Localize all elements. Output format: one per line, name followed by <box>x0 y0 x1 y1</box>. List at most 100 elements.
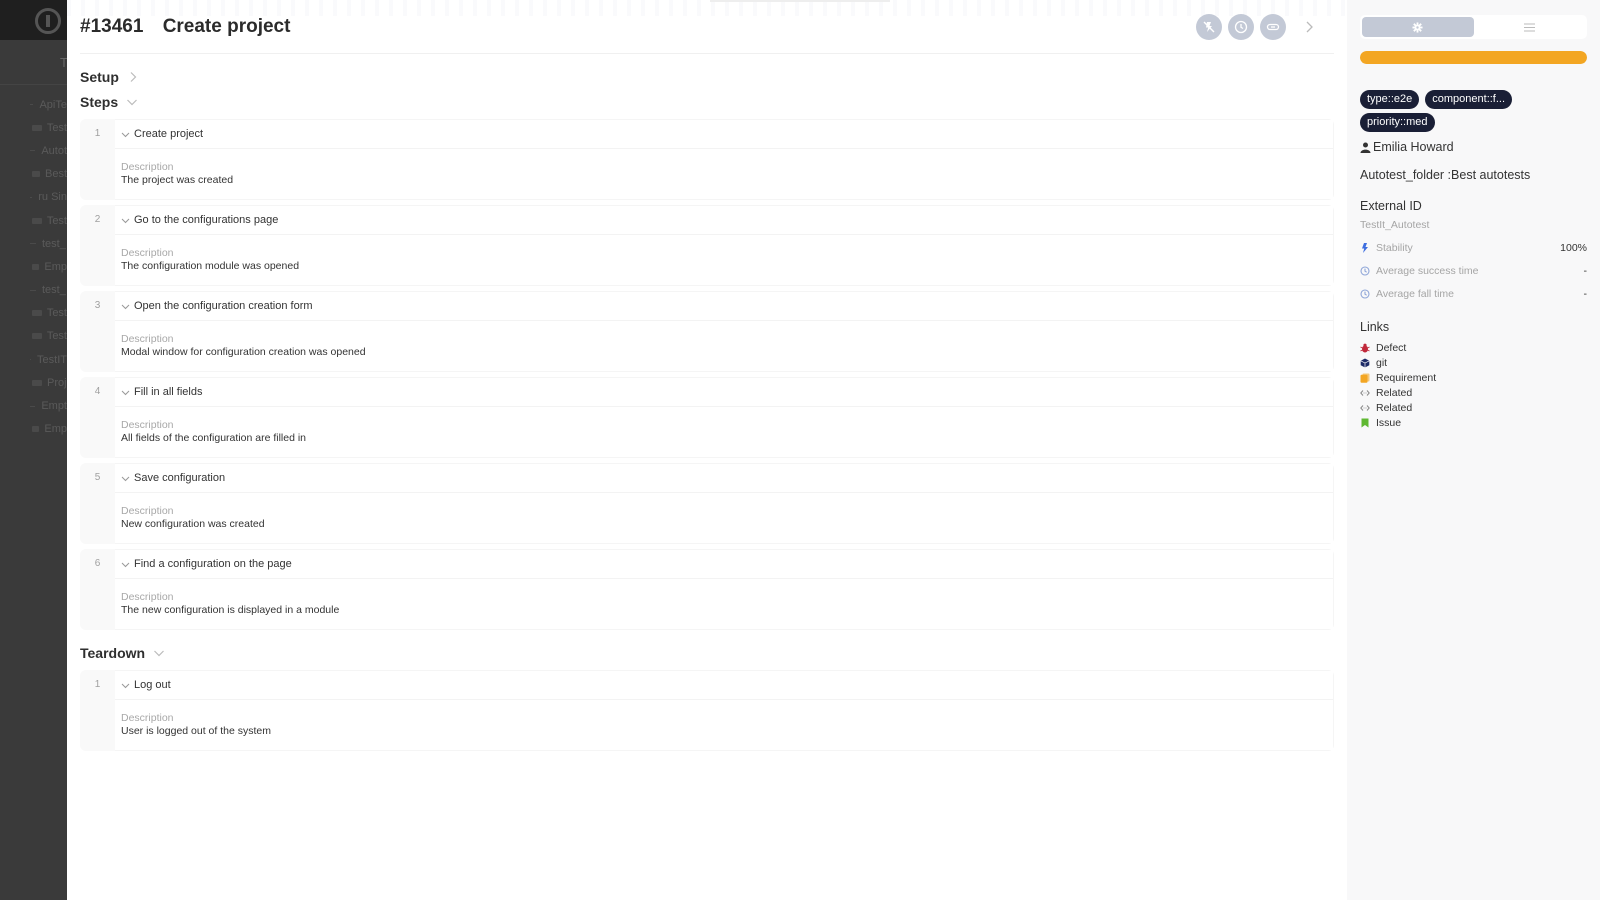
test-case-name: Create project <box>162 16 291 37</box>
tree-branch-icon <box>30 405 36 407</box>
folder-icon <box>32 217 42 224</box>
step-item: 5 Save configuration Description New config… <box>80 463 1334 544</box>
step-description: Description The new configuration is disp… <box>115 579 1333 629</box>
step-description: Description Modal window for configuratio… <box>115 321 1333 371</box>
background-tree-item-label: Proj <box>47 376 67 389</box>
step-number: 3 <box>80 291 115 372</box>
background-tree-item: TestIT <box>0 348 67 371</box>
background-tree-item-label: Test <box>46 214 67 227</box>
step-description: Description User is logged out of the sys… <box>115 700 1333 750</box>
background-tree-item: Test <box>0 209 67 232</box>
description-text: New configuration was created <box>121 518 265 530</box>
teardown-steps-list: 1 Log out Description User is logged out of… <box>80 670 1334 751</box>
background-tree: ApiTe Test Autot Best ru Sin Test test_ Emp test… <box>0 85 67 441</box>
chevron-down-icon <box>121 474 130 483</box>
teardown-section-toggle[interactable]: Teardown <box>80 640 1334 665</box>
test-case-content: Setup Steps 1 Create project Description Th… <box>80 64 1334 751</box>
links-title: Links <box>1360 320 1390 334</box>
step-title-toggle[interactable]: Save configuration <box>115 464 1333 493</box>
chevron-right-icon <box>1306 21 1313 33</box>
clock-icon <box>1360 265 1376 276</box>
chevron-down-icon <box>127 99 138 105</box>
step-description: Description The project was created <box>115 149 1333 199</box>
tag-badge[interactable]: type::e2e <box>1360 90 1420 109</box>
link-item-related[interactable]: Related <box>1360 400 1587 415</box>
progress-fill <box>1360 51 1587 64</box>
external-id-value: TestIt_Autotest <box>1360 219 1430 231</box>
link-item-related[interactable]: Related <box>1360 385 1587 400</box>
lightning-icon <box>1360 242 1376 253</box>
metric-average-success-time: Average success time - <box>1360 264 1587 277</box>
link-button[interactable] <box>1260 14 1286 40</box>
step-title-toggle[interactable]: Find a configuration on the page <box>115 550 1333 579</box>
step-body: Go to the configurations page Description… <box>115 205 1334 286</box>
background-tree-item: Emp <box>0 255 67 278</box>
background-tree-item: Emp <box>0 418 67 441</box>
metric-label: Stability <box>1376 241 1413 254</box>
next-button[interactable] <box>1296 14 1322 40</box>
panel-header: #13461 Create project <box>80 14 1334 54</box>
metric-label: Average success time <box>1376 264 1479 277</box>
link-item-git[interactable]: git <box>1360 355 1587 370</box>
tag-badge[interactable]: component::f... <box>1425 90 1513 109</box>
background-tree-header: T <box>0 40 67 85</box>
folder-icon <box>32 310 42 317</box>
metrics-list: Stability 100% Average success time - Averag… <box>1360 241 1587 300</box>
background-tree-item: Test <box>0 302 67 325</box>
tree-branch-icon <box>30 243 36 245</box>
cube-icon <box>1360 358 1376 368</box>
step-title-toggle[interactable]: Create project <box>115 120 1333 149</box>
step-item: 4 Fill in all fields Description All fields… <box>80 377 1334 458</box>
tab-settings[interactable] <box>1362 17 1474 37</box>
tree-branch-icon <box>30 289 36 291</box>
link-label: Defect <box>1376 341 1407 354</box>
tab-details[interactable] <box>1474 17 1586 37</box>
link-icon <box>1266 23 1280 31</box>
step-item: 6 Find a configuration on the page Descrip… <box>80 549 1334 630</box>
step-description: Description The configuration module was … <box>115 235 1333 285</box>
step-number: 4 <box>80 377 115 458</box>
unflaky-button[interactable] <box>1196 14 1222 40</box>
step-title-toggle[interactable]: Log out <box>115 671 1333 700</box>
link-item-issue[interactable]: Issue <box>1360 415 1587 430</box>
folder-icon <box>32 263 40 270</box>
step-title-toggle[interactable]: Fill in all fields <box>115 378 1333 407</box>
description-label: Description <box>121 333 174 345</box>
tree-branch-icon <box>30 104 34 106</box>
test-case-id: #13461 <box>80 16 144 37</box>
link-label: Requirement <box>1376 371 1437 384</box>
folder-icon <box>32 333 42 340</box>
link-item-requirement[interactable]: Requirement <box>1360 370 1587 385</box>
requirement-icon <box>1360 373 1376 383</box>
step-item: 1 Log out Description User is logged out of… <box>80 670 1334 751</box>
step-description: Description All fields of the configurati… <box>115 407 1333 457</box>
setup-section-toggle[interactable]: Setup <box>80 64 1334 89</box>
links-list: Defect git Requirement Related Related Issue <box>1360 340 1587 430</box>
background-tree-item-label: Test <box>46 121 67 134</box>
step-title-toggle[interactable]: Go to the configurations page <box>115 206 1333 235</box>
folder-path[interactable]: Autotest_folder :Best autotests <box>1360 168 1587 182</box>
stability-progress-bar <box>1360 51 1587 64</box>
background-tree-item: Best <box>0 163 67 186</box>
chevron-down-icon <box>121 560 130 569</box>
step-title-toggle[interactable]: Open the configuration creation form <box>115 292 1333 321</box>
background-tree-item: test_ <box>0 279 67 302</box>
background-tree-item: test_ <box>0 232 67 255</box>
description-label: Description <box>121 161 174 173</box>
external-id-label: External ID <box>1360 199 1422 213</box>
details-sidebar: type::e2e component::f...priority::med Em… <box>1347 0 1600 900</box>
chevron-down-icon <box>121 388 130 397</box>
step-body: Fill in all fields Description All fields … <box>115 377 1334 458</box>
tag-badge[interactable]: priority::med <box>1360 113 1435 132</box>
link-item-defect[interactable]: Defect <box>1360 340 1587 355</box>
background-tree-item-label: ApiTe <box>39 98 67 111</box>
steps-section-toggle[interactable]: Steps <box>80 89 1334 114</box>
step-description: Description New configuration was created <box>115 493 1333 543</box>
folder-icon <box>32 379 42 386</box>
background-tree-item-label: Empt <box>41 400 67 413</box>
owner: Emilia Howard <box>1360 140 1587 154</box>
step-number: 2 <box>80 205 115 286</box>
chevron-right-icon <box>130 71 137 82</box>
history-button[interactable] <box>1228 14 1254 40</box>
folder-icon <box>32 124 42 131</box>
